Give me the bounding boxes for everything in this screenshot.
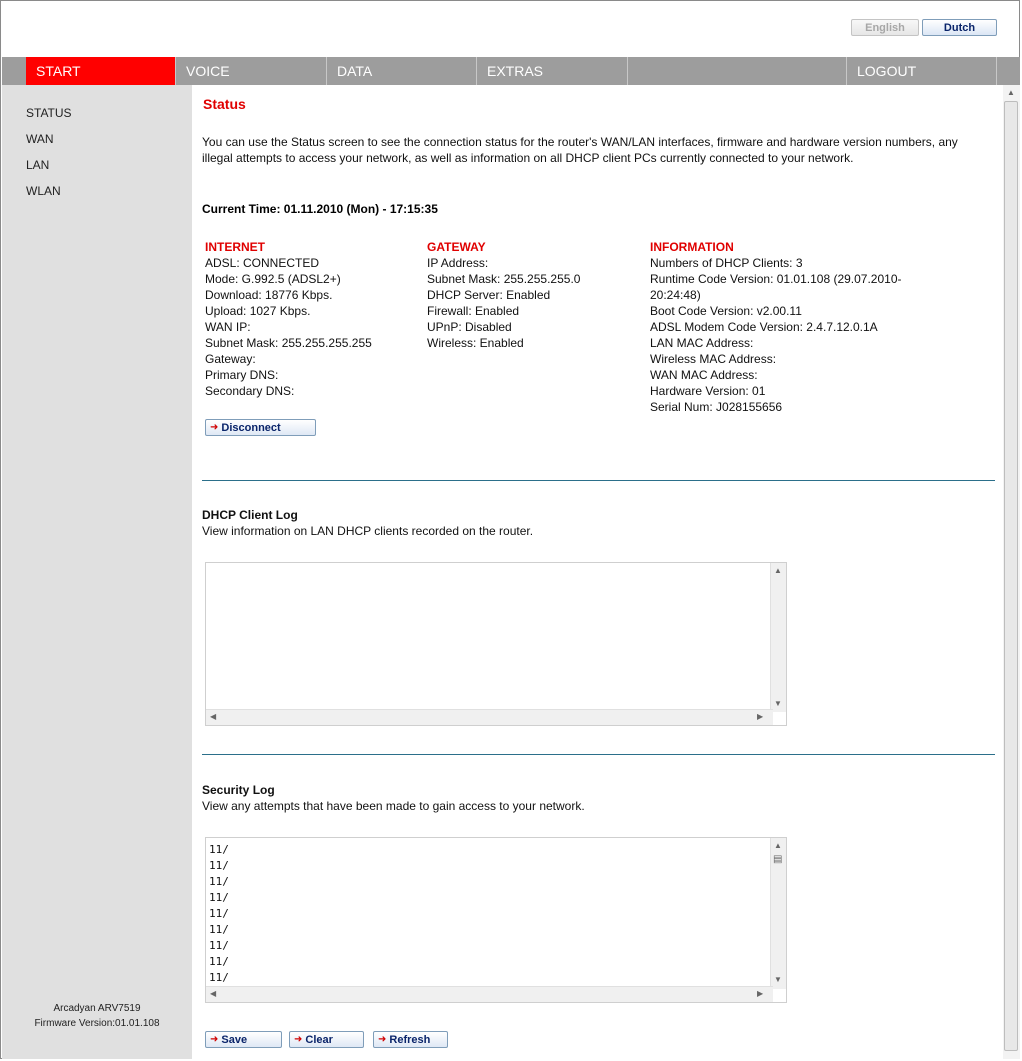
info-wireless-mac: Wireless MAC Address: [650,352,777,366]
dhcp-log-title: DHCP Client Log [202,508,298,522]
log-line: 11/ [209,891,229,904]
tab-voice[interactable]: VOICE [176,57,327,85]
disconnect-button[interactable]: ➜ Disconnect [205,419,316,436]
scroll-right-icon[interactable]: ▶ [757,712,763,721]
current-time: Current Time: 01.11.2010 (Mon) - 17:15:3… [202,202,438,216]
scroll-up-icon[interactable]: ▲ [1007,88,1015,97]
arrow-right-icon: ➜ [210,1034,219,1045]
main-nav: START VOICE DATA EXTRAS LOGOUT [2,57,1020,85]
clear-label: Clear [305,1033,333,1046]
scroll-thumb-icon[interactable]: ▤ [773,854,782,865]
internet-upload: Upload: 1027 Kbps. [205,304,311,318]
scroll-right-icon[interactable]: ▶ [757,989,763,998]
log-line: 11/ [209,923,229,936]
sidebar-item-wlan[interactable]: WLAN [26,184,61,198]
info-lan-mac: LAN MAC Address: [650,336,754,350]
device-model: Arcadyan ARV7519 [53,1003,141,1014]
disconnect-label: Disconnect [221,421,281,434]
sidebar-item-wan[interactable]: WAN [26,132,54,146]
internet-gateway: Gateway: [205,352,256,366]
internet-subnet-mask: Subnet Mask: 255.255.255.255 [205,336,372,350]
info-wan-mac: WAN MAC Address: [650,368,758,382]
nav-spacer [628,57,847,85]
security-log-textarea[interactable]: 11/ 11/ 11/ 11/ 11/ 11/ 11/ 11/ 11/ ▲ ▤ … [205,837,787,1003]
english-button[interactable]: English [851,19,919,36]
scroll-left-icon[interactable]: ◀ [210,989,216,998]
tab-data[interactable]: DATA [327,57,477,85]
security-log-hscroll[interactable]: ◀ ▶ [206,986,773,1002]
sidebar-item-status[interactable]: STATUS [26,106,72,120]
divider-2 [202,754,995,755]
info-dhcp-clients: Numbers of DHCP Clients: 3 [650,256,803,270]
save-button[interactable]: ➜ Save [205,1031,282,1048]
security-log-desc: View any attempts that have been made to… [202,799,585,813]
internet-secondary-dns: Secondary DNS: [205,384,295,398]
gateway-ip: IP Address: [427,256,489,270]
internet-wan-ip: WAN IP: [205,320,251,334]
scroll-left-icon[interactable]: ◀ [210,712,216,721]
dhcp-log-desc: View information on LAN DHCP clients rec… [202,524,534,538]
internet-panel: INTERNET ADSL: CONNECTED Mode: G.992.5 (… [205,239,420,399]
arrow-right-icon: ➜ [378,1034,387,1045]
internet-adsl: ADSL: CONNECTED [205,256,320,270]
sidebar: STATUS WAN LAN WLAN Arcadyan ARV7519 Fir… [2,85,192,1059]
scroll-down-icon[interactable]: ▼ [774,699,782,708]
log-line: 11/ [209,939,229,952]
scroll-up-icon[interactable]: ▲ [774,566,782,575]
internet-download: Download: 18776 Kbps. [205,288,333,302]
security-log-lines: 11/ 11/ 11/ 11/ 11/ 11/ 11/ 11/ 11/ [206,842,771,986]
info-serial-num: Serial Num: J028155656 [650,400,783,414]
security-log-vscroll[interactable]: ▲ ▤ ▼ [770,838,786,989]
page-scroll-thumb[interactable] [1004,101,1018,1051]
arrow-right-icon: ➜ [294,1034,303,1045]
tab-extras[interactable]: EXTRAS [477,57,628,85]
gateway-subnet-mask: Subnet Mask: 255.255.255.0 [427,272,581,286]
log-line: 11/ [209,955,229,968]
gateway-dhcp-server: DHCP Server: Enabled [427,288,551,302]
log-line: 11/ [209,859,229,872]
scroll-up-icon[interactable]: ▲ [774,841,782,850]
gateway-header: GATEWAY [427,240,486,254]
firmware-version: Firmware Version:01.01.108 [34,1018,160,1029]
information-panel: INFORMATION Numbers of DHCP Clients: 3 R… [650,239,940,415]
info-runtime-version-cont: 20:24:48) [650,288,701,302]
gateway-firewall: Firewall: Enabled [427,304,520,318]
gateway-panel: GATEWAY IP Address: Subnet Mask: 255.255… [427,239,637,351]
gateway-upnp: UPnP: Disabled [427,320,512,334]
arrow-right-icon: ➜ [210,422,219,433]
info-runtime-version: Runtime Code Version: 01.01.108 (29.07.2… [650,272,902,286]
log-line: 11/ [209,843,229,856]
divider-1 [202,480,995,481]
main-content: Status You can use the Status screen to … [192,85,1003,1059]
log-line: 11/ [209,971,229,984]
log-line: 11/ [209,875,229,888]
page-scrollbar[interactable]: ▲ [1003,85,1020,1059]
internet-header: INTERNET [205,240,265,254]
info-adsl-modem-code: ADSL Modem Code Version: 2.4.7.12.0.1A [650,320,878,334]
internet-mode: Mode: G.992.5 (ADSL2+) [205,272,341,286]
dutch-button[interactable]: Dutch [922,19,997,36]
internet-primary-dns: Primary DNS: [205,368,279,382]
clear-button[interactable]: ➜ Clear [289,1031,364,1048]
dhcp-log-vscroll[interactable]: ▲ ▼ [770,563,786,712]
tab-logout[interactable]: LOGOUT [847,57,997,85]
dhcp-log-textarea[interactable]: ▲ ▼ ◀ ▶ [205,562,787,726]
log-line: 11/ [209,907,229,920]
refresh-label: Refresh [389,1033,431,1046]
page-title: Status [203,96,246,112]
save-label: Save [221,1033,248,1046]
sidebar-item-lan[interactable]: LAN [26,158,49,172]
info-hardware-version: Hardware Version: 01 [650,384,766,398]
security-log-title: Security Log [202,783,275,797]
intro-text: You can use the Status screen to see the… [202,135,958,165]
tab-start[interactable]: START [26,57,176,85]
info-boot-code: Boot Code Version: v2.00.11 [650,304,802,318]
dhcp-log-hscroll[interactable]: ◀ ▶ [206,709,773,725]
refresh-button[interactable]: ➜ Refresh [373,1031,448,1048]
gateway-wireless: Wireless: Enabled [427,336,524,350]
scroll-down-icon[interactable]: ▼ [774,975,782,984]
information-header: INFORMATION [650,240,734,254]
